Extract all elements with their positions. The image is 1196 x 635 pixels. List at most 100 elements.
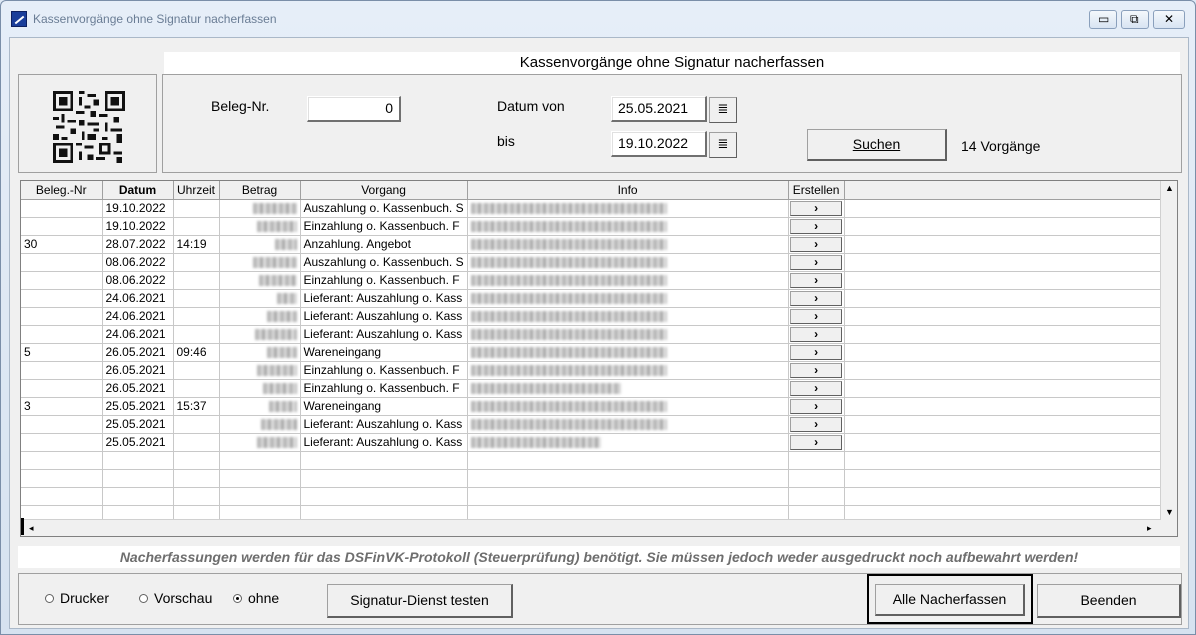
- empty-cell: [219, 451, 301, 470]
- erstellen-button[interactable]: ›: [790, 236, 843, 252]
- col-header-uhrzeit[interactable]: Uhrzeit: [173, 181, 220, 200]
- cell-erstellen: ›: [788, 307, 845, 326]
- beenden-button[interactable]: Beenden: [1037, 584, 1181, 618]
- datum-von-label: Datum von: [497, 98, 565, 114]
- table-row[interactable]: 5 26.05.2021 09:46 Wareneingang ›: [21, 343, 1168, 362]
- col-header-beleg[interactable]: Beleg.-Nr: [21, 181, 103, 200]
- erstellen-button[interactable]: ›: [790, 290, 843, 306]
- redacted-info: [470, 347, 667, 359]
- cell-erstellen: ›: [788, 397, 845, 416]
- empty-row: [21, 469, 1168, 488]
- erstellen-button[interactable]: ›: [790, 326, 843, 342]
- table-row[interactable]: 19.10.2022 Auszahlung o. Kassenbuch. S ›: [21, 199, 1168, 218]
- chevron-right-icon: ›: [814, 362, 819, 377]
- table-row[interactable]: 24.06.2021 Lieferant: Auszahlung o. Kass ›: [21, 325, 1168, 344]
- col-header-betrag[interactable]: Betrag: [219, 181, 301, 200]
- cell-betrag-redacted: [219, 379, 301, 398]
- calendar-button-von[interactable]: ≣: [709, 97, 737, 123]
- cell-betrag-redacted: [219, 235, 301, 254]
- erstellen-button[interactable]: ›: [790, 416, 843, 432]
- maximize-button[interactable]: ⧉: [1121, 10, 1149, 29]
- cell-betrag-redacted: [219, 217, 301, 236]
- table-row[interactable]: 24.06.2021 Lieferant: Auszahlung o. Kass ›: [21, 289, 1168, 308]
- erstellen-button[interactable]: ›: [790, 398, 843, 414]
- scroll-up-icon[interactable]: ▲: [1165, 183, 1174, 193]
- cell-betrag-redacted: [219, 289, 301, 308]
- scroll-right-icon[interactable]: ▸: [1147, 523, 1152, 534]
- table-row[interactable]: 24.06.2021 Lieferant: Auszahlung o. Kass ›: [21, 307, 1168, 326]
- erstellen-button[interactable]: ›: [790, 272, 843, 288]
- chevron-right-icon: ›: [814, 218, 819, 233]
- signatur-test-button[interactable]: Signatur-Dienst testen: [327, 584, 513, 618]
- table-row[interactable]: 3 25.05.2021 15:37 Wareneingang ›: [21, 397, 1168, 416]
- cell-datum: 25.05.2021: [102, 433, 174, 452]
- scroll-down-icon[interactable]: ▼: [1165, 507, 1174, 517]
- scroll-thumb[interactable]: [21, 518, 24, 535]
- empty-cell: [219, 469, 301, 488]
- redacted-amount: [252, 203, 297, 215]
- radio-ohne[interactable]: ohne: [233, 590, 279, 606]
- col-header-info[interactable]: Info: [467, 181, 789, 200]
- empty-cell: [21, 487, 103, 506]
- table-row[interactable]: 08.06.2022 Einzahlung o. Kassenbuch. F ›: [21, 271, 1168, 290]
- vertical-scrollbar[interactable]: ▲ ▼: [1160, 181, 1177, 536]
- empty-row: [21, 451, 1168, 470]
- cell-betrag-redacted: [219, 271, 301, 290]
- cell-vorgang: Lieferant: Auszahlung o. Kass: [300, 415, 468, 434]
- alle-nacherfassen-button[interactable]: Alle Nacherfassen: [875, 584, 1025, 616]
- cell-vorgang: Lieferant: Auszahlung o. Kass: [300, 289, 468, 308]
- cell-vorgang: Einzahlung o. Kassenbuch. F: [300, 361, 468, 380]
- radio-vorschau[interactable]: Vorschau: [139, 590, 212, 606]
- table-row[interactable]: 25.05.2021 Lieferant: Auszahlung o. Kass ›: [21, 415, 1168, 434]
- erstellen-button[interactable]: ›: [790, 200, 843, 216]
- radio-drucker[interactable]: Drucker: [45, 590, 109, 606]
- minimize-button[interactable]: ▭: [1089, 10, 1117, 29]
- erstellen-button[interactable]: ›: [790, 362, 843, 378]
- table-row[interactable]: 08.06.2022 Auszahlung o. Kassenbuch. S ›: [21, 253, 1168, 272]
- cell-filler: [844, 397, 1168, 416]
- empty-cell: [21, 451, 103, 470]
- table-row[interactable]: 30 28.07.2022 14:19 Anzahlung. Angebot ›: [21, 235, 1168, 254]
- cell-info-redacted: [467, 289, 789, 308]
- table-row[interactable]: 26.05.2021 Einzahlung o. Kassenbuch. F ›: [21, 379, 1168, 398]
- redacted-amount: [266, 311, 297, 323]
- erstellen-button[interactable]: ›: [790, 344, 843, 360]
- col-header-vorgang[interactable]: Vorgang: [300, 181, 468, 200]
- close-icon: ✕: [1164, 12, 1175, 26]
- client-area: Kassenvorgänge ohne Signatur nacherfasse…: [9, 37, 1189, 629]
- datum-bis-input[interactable]: 19.10.2022: [611, 131, 707, 157]
- cell-uhrzeit: [173, 379, 220, 398]
- cell-betrag-redacted: [219, 325, 301, 344]
- cell-info-redacted: [467, 235, 789, 254]
- erstellen-button[interactable]: ›: [790, 308, 843, 324]
- empty-cell: [467, 451, 789, 470]
- empty-cell: [102, 451, 174, 470]
- table-row[interactable]: 19.10.2022 Einzahlung o. Kassenbuch. F ›: [21, 217, 1168, 236]
- empty-row: [21, 487, 1168, 506]
- title-bar[interactable]: Kassenvorgänge ohne Signatur nacherfasse…: [1, 1, 1195, 37]
- scroll-left-icon[interactable]: ◂: [29, 523, 34, 534]
- col-header-datum[interactable]: Datum: [102, 181, 174, 200]
- calendar-button-bis[interactable]: ≣: [709, 132, 737, 158]
- horizontal-scrollbar[interactable]: ◂ ▸: [21, 518, 1161, 536]
- erstellen-button[interactable]: ›: [790, 434, 843, 450]
- table-row[interactable]: 25.05.2021 Lieferant: Auszahlung o. Kass ›: [21, 433, 1168, 452]
- datum-von-input[interactable]: 25.05.2021: [611, 96, 707, 122]
- beleg-input[interactable]: 0: [307, 96, 401, 122]
- cell-erstellen: ›: [788, 289, 845, 308]
- cell-betrag-redacted: [219, 199, 301, 218]
- col-header-erstellen[interactable]: Erstellen: [788, 181, 845, 200]
- erstellen-button[interactable]: ›: [790, 254, 843, 270]
- erstellen-button[interactable]: ›: [790, 380, 843, 396]
- close-button[interactable]: ✕: [1153, 10, 1185, 29]
- chevron-right-icon: ›: [814, 200, 819, 215]
- table-row[interactable]: 26.05.2021 Einzahlung o. Kassenbuch. F ›: [21, 361, 1168, 380]
- suchen-button[interactable]: Suchen: [807, 129, 947, 161]
- empty-cell: [844, 451, 1168, 470]
- erstellen-button[interactable]: ›: [790, 218, 843, 234]
- cell-beleg: [21, 307, 103, 326]
- cell-uhrzeit: [173, 433, 220, 452]
- cell-beleg: [21, 271, 103, 290]
- redacted-amount: [254, 329, 297, 341]
- cell-filler: [844, 307, 1168, 326]
